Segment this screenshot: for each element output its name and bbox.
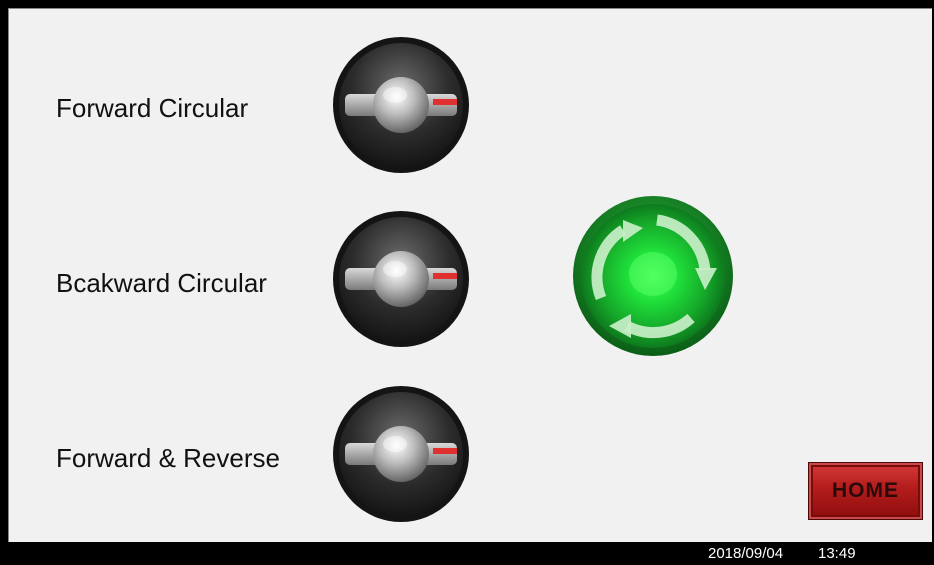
hmi-screen: Forward Circular Bcakward Circular Forwa… — [8, 8, 932, 542]
home-button[interactable]: HOME — [808, 462, 923, 520]
selector-switch-backward-circular[interactable] — [331, 209, 471, 349]
selector-label-backward-circular: Bcakward Circular — [56, 268, 267, 298]
run-indicator-lamp — [573, 196, 733, 356]
status-time: 13:49 — [818, 545, 856, 562]
status-bar: 2018/09/04 13:49 — [0, 542, 934, 565]
selector-label-forward-reverse: Forward & Reverse — [56, 443, 280, 473]
selector-switch-forward-reverse[interactable] — [331, 384, 471, 524]
status-date: 2018/09/04 — [708, 545, 784, 562]
selector-label-forward-circular: Forward Circular — [56, 93, 249, 123]
selector-switch-forward-circular[interactable] — [331, 35, 471, 175]
